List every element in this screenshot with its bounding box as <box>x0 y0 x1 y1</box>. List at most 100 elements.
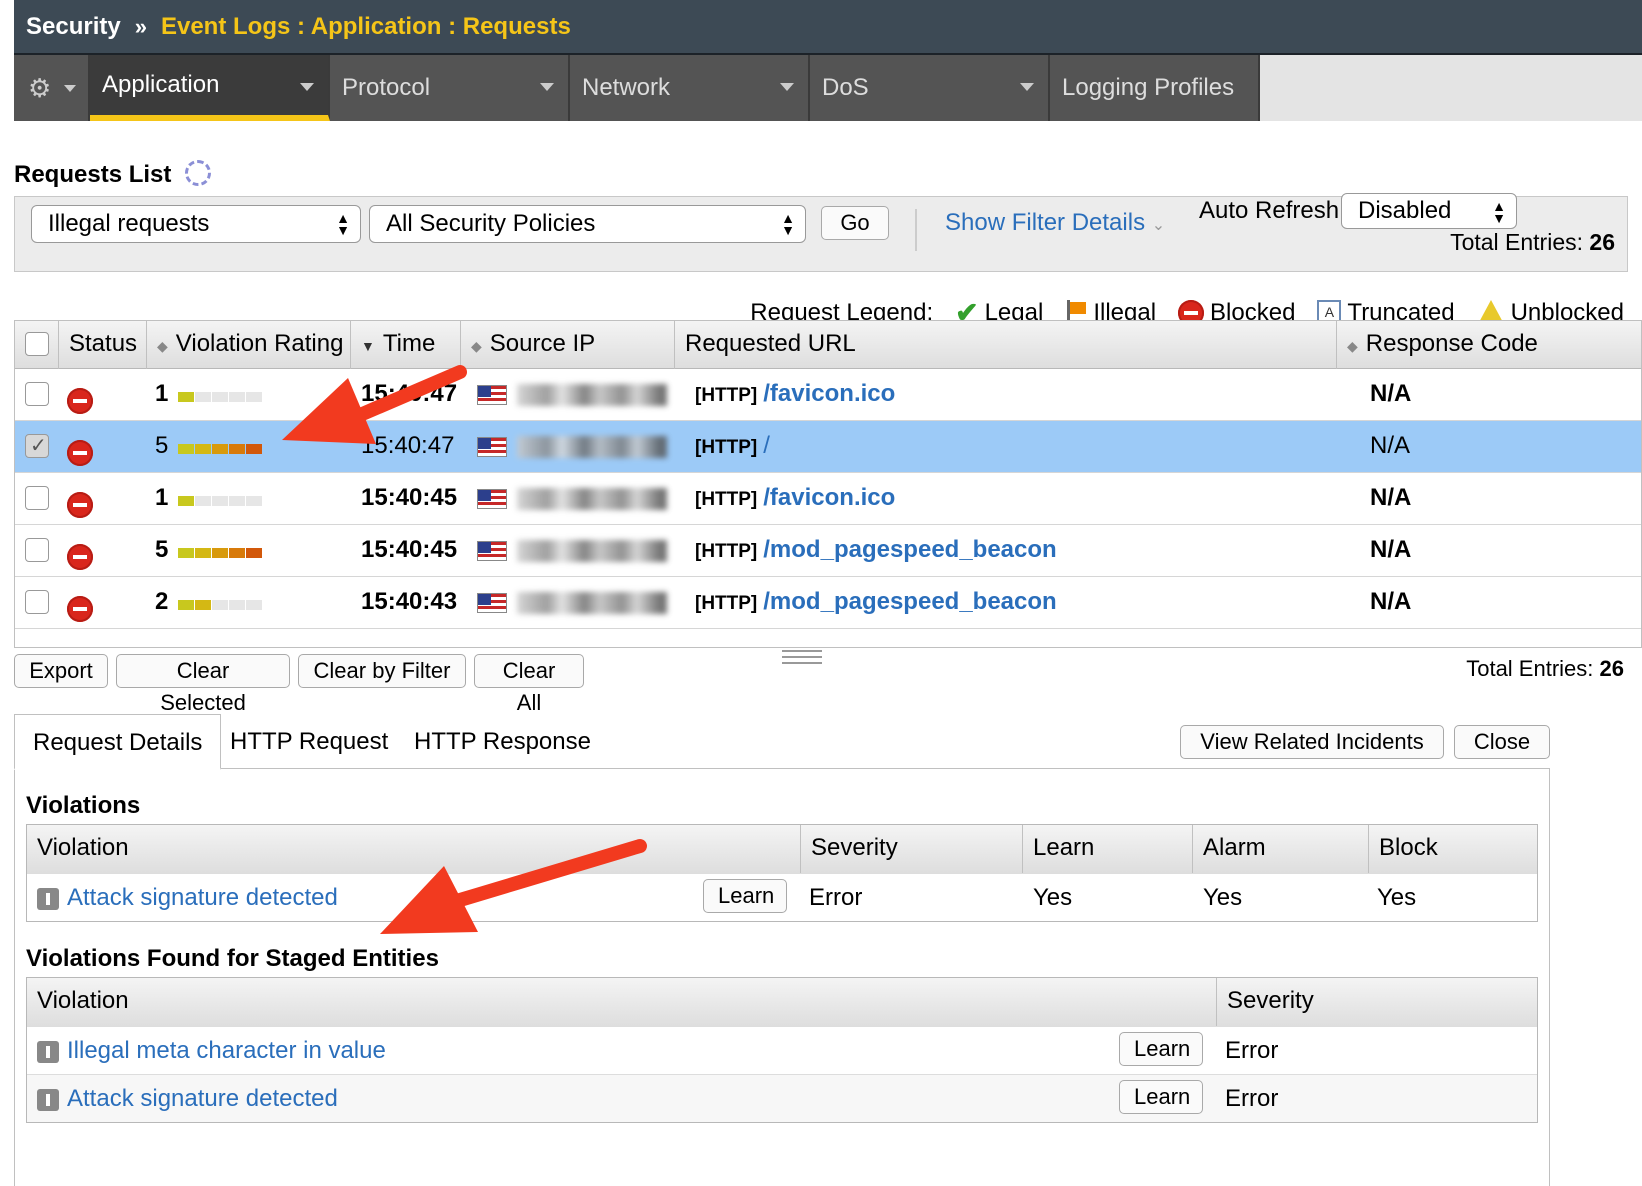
learn-button[interactable]: Learn <box>703 879 787 913</box>
row-time: 15:40:45 <box>361 536 458 563</box>
select-all-checkbox[interactable] <box>25 332 49 356</box>
row-url-link[interactable]: /mod_pagespeed_beacon <box>763 536 1056 563</box>
chevron-down-icon <box>300 83 314 91</box>
table-row[interactable]: 5 15:40:45 [HTTP]/mod_pagespeed_beacon N/A <box>15 525 1641 577</box>
violation-alarm: Yes <box>1203 884 1243 911</box>
rating-segment <box>178 599 195 610</box>
tab-http-response[interactable]: HTTP Response <box>396 714 609 770</box>
request-type-select[interactable]: Illegal requests ▲ ▼ <box>31 205 361 243</box>
sort-icon: ◆ <box>471 338 482 354</box>
filter-bar: Illegal requests ▲ ▼ All Security Policies… <box>14 193 1628 272</box>
violations-title: Violations <box>26 792 141 819</box>
total-value: 26 <box>1589 229 1615 255</box>
row-url-link[interactable]: / <box>763 432 770 459</box>
rating-segment <box>195 547 212 558</box>
row-protocol: [HTTP] <box>695 593 758 614</box>
staged-violations-title: Violations Found for Staged Entities <box>26 945 439 972</box>
select-value: Disabled <box>1358 197 1452 224</box>
tab-http-request[interactable]: HTTP Request <box>212 714 406 770</box>
table-row-partial <box>15 629 1641 647</box>
tab-label: Network <box>582 74 671 101</box>
blocked-icon <box>67 440 93 466</box>
tab-label: Logging Profiles <box>1062 74 1235 101</box>
rating-segment <box>246 547 263 558</box>
rating-segment <box>229 495 246 506</box>
resize-handle[interactable] <box>782 650 822 664</box>
header-source-ip[interactable]: ◆ Source IP <box>461 321 675 369</box>
view-related-incidents-button[interactable]: View Related Incidents <box>1180 725 1444 759</box>
clear-selected-button[interactable]: Clear Selected <box>116 654 290 715</box>
tab-network[interactable]: Network <box>570 55 810 121</box>
tab-dos[interactable]: DoS <box>810 55 1050 121</box>
vheader-learn: Learn <box>1023 825 1193 873</box>
total-label: Total Entries: <box>1466 656 1594 681</box>
header-label: Response Code <box>1365 330 1538 357</box>
rating-segment <box>212 391 229 402</box>
redacted-ip <box>517 383 667 406</box>
info-icon[interactable] <box>37 1040 59 1063</box>
vheader-severity: Severity <box>801 825 1023 873</box>
gear-icon: ⚙ <box>28 72 52 103</box>
vheader-alarm: Alarm <box>1193 825 1369 873</box>
tab-protocol[interactable]: Protocol <box>330 55 570 121</box>
rating-segment <box>229 599 246 610</box>
table-row[interactable]: 2 15:40:43 [HTTP]/mod_pagespeed_beacon N/A <box>15 577 1641 629</box>
clear-by-filter-button[interactable]: Clear by Filter <box>298 654 466 688</box>
rating-segment <box>229 391 246 402</box>
table-row[interactable]: 1 15:40:45 [HTTP]/favicon.ico N/A <box>15 473 1641 525</box>
header-requested-url[interactable]: Requested URL <box>675 321 1337 369</box>
tab-request-details[interactable]: Request Details <box>14 714 222 770</box>
chevron-down-icon <box>540 83 554 91</box>
row-checkbox[interactable] <box>25 590 49 614</box>
auto-refresh-select[interactable]: Disabled ▲ ▼ <box>1341 193 1517 229</box>
export-button[interactable]: Export <box>14 654 108 688</box>
rating-bar <box>178 370 263 420</box>
row-checkbox[interactable] <box>25 486 49 510</box>
rating-segment <box>178 391 195 402</box>
settings-cog-icon[interactable] <box>185 160 212 186</box>
go-button[interactable]: Go <box>821 206 889 240</box>
row-url-link[interactable]: /mod_pagespeed_beacon <box>763 588 1056 615</box>
row-checkbox[interactable] <box>25 538 49 562</box>
rating-segment <box>212 547 229 558</box>
close-button[interactable]: Close <box>1454 725 1550 759</box>
page-title-text: Requests List <box>14 161 172 188</box>
tab-application[interactable]: Application <box>90 55 330 121</box>
table-row[interactable]: 1 15:40:47 [HTTP]/favicon.ico N/A <box>15 369 1641 421</box>
header-violation-rating[interactable]: ◆ Violation Rating <box>147 321 351 369</box>
row-checkbox[interactable] <box>25 433 49 458</box>
policy-select[interactable]: All Security Policies ▲ ▼ <box>369 205 806 243</box>
total-value: 26 <box>1599 656 1624 681</box>
row-response-code: N/A <box>1370 536 1412 563</box>
us-flag-icon <box>477 540 507 561</box>
show-filter-details-link[interactable]: Show Filter Details ⌄ <box>945 209 1165 237</box>
rating-segment <box>246 391 263 402</box>
info-icon[interactable] <box>37 1088 59 1111</box>
breadcrumb-path: Event Logs : Application : Requests <box>160 12 571 40</box>
staged-row: Illegal meta character in value Learn Er… <box>27 1026 1537 1074</box>
rating-segment <box>195 599 212 610</box>
settings-menu[interactable]: ⚙ <box>14 55 90 121</box>
row-url-link[interactable]: /favicon.ico <box>763 484 895 511</box>
select-value: Illegal requests <box>48 210 210 237</box>
violation-link[interactable]: Attack signature detected <box>67 884 338 911</box>
learn-button[interactable]: Learn <box>1119 1032 1203 1066</box>
chevron-down-icon <box>1020 83 1034 91</box>
clear-all-button[interactable]: Clear All <box>474 654 584 715</box>
header-response-code[interactable]: ◆ Response Code <box>1337 321 1641 369</box>
tab-logging-profiles[interactable]: Logging Profiles <box>1050 55 1260 121</box>
rating-bar <box>178 422 263 472</box>
info-icon[interactable] <box>37 887 59 910</box>
learn-button[interactable]: Learn <box>1119 1080 1203 1114</box>
header-status[interactable]: Status <box>59 321 147 369</box>
divider <box>915 209 917 251</box>
row-protocol: [HTTP] <box>695 541 758 562</box>
breadcrumb-root[interactable]: Security <box>26 13 121 41</box>
staged-violation-link[interactable]: Illegal meta character in value <box>67 1037 386 1064</box>
staged-violation-link[interactable]: Attack signature detected <box>67 1085 338 1112</box>
table-row[interactable]: 5 15:40:47 [HTTP]/ N/A <box>15 421 1641 473</box>
row-url-link[interactable]: /favicon.ico <box>763 380 895 407</box>
row-checkbox[interactable] <box>25 382 49 406</box>
rating-segment <box>212 599 229 610</box>
header-time[interactable]: ▼ Time <box>351 321 461 369</box>
